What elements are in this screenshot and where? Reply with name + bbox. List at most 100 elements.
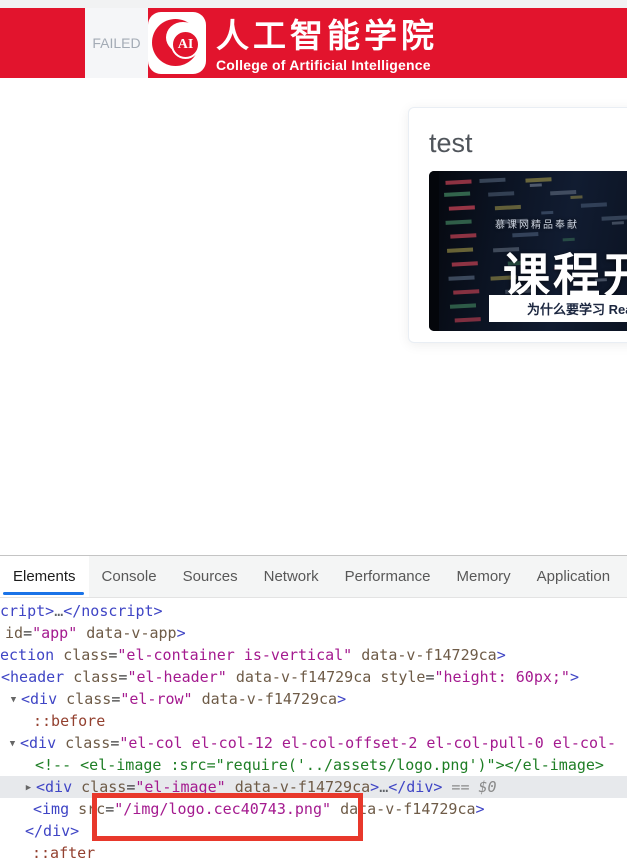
- code-token: "/img/logo.cec40743.png": [114, 800, 331, 818]
- cover-left-edge: [429, 171, 439, 331]
- code-token: data-v-f14729ca: [235, 778, 370, 796]
- code-token: data-v-f14729ca: [202, 690, 337, 708]
- code-token: [56, 734, 65, 752]
- code-line[interactable]: ▼<div class="el-col el-col-12 el-col-off…: [0, 732, 627, 754]
- code-line[interactable]: ::after: [0, 842, 627, 864]
- cover-subtitle-strip: 为什么要学习 React: [489, 295, 627, 322]
- code-token: [72, 778, 81, 796]
- course-card[interactable]: test 慕课网精品奉献 课程开篇 为什么要学习 React: [408, 107, 627, 343]
- tab-sources[interactable]: Sources: [170, 556, 251, 597]
- code-token: [193, 690, 202, 708]
- code-token: "app": [32, 624, 77, 642]
- site-header-banner: FAILED AI 人工智能学院 College of Artificial I…: [0, 8, 627, 78]
- code-line[interactable]: ::before: [0, 710, 627, 732]
- expand-arrow-icon[interactable]: ▶: [22, 777, 35, 799]
- code-token: class: [81, 778, 126, 796]
- code-token: "el-col el-col-12 el-col-offset-2 el-col…: [119, 734, 616, 752]
- site-title-english: College of Artificial Intelligence: [216, 57, 438, 73]
- code-token: style: [380, 668, 425, 686]
- site-title-chinese: 人工智能学院: [216, 17, 438, 55]
- code-line[interactable]: ection class="el-container is-vertical" …: [0, 644, 627, 666]
- code-token: "el-container is-vertical": [117, 646, 352, 664]
- code-line[interactable]: id="app" data-v-app>: [0, 622, 627, 644]
- code-token: <div: [21, 690, 57, 708]
- code-token: [57, 690, 66, 708]
- code-token: data-v-app: [86, 624, 176, 642]
- logo-ai-badge: AI: [171, 30, 200, 59]
- code-token: [352, 646, 361, 664]
- code-token: class: [63, 646, 108, 664]
- code-token: [371, 668, 380, 686]
- code-token: src: [78, 800, 105, 818]
- broken-image-placeholder: FAILED: [85, 8, 148, 78]
- code-token: ::before: [33, 712, 105, 730]
- tab-performance[interactable]: Performance: [332, 556, 444, 597]
- code-token: …: [379, 778, 388, 796]
- tab-elements[interactable]: Elements: [0, 556, 89, 597]
- code-line[interactable]: ▶<div class="el-image" data-v-f14729ca>……: [0, 776, 627, 798]
- code-token: </div>: [25, 822, 79, 840]
- code-token: </div>: [388, 778, 442, 796]
- code-token: [69, 800, 78, 818]
- code-line[interactable]: </div>: [0, 820, 627, 842]
- expand-arrow-icon[interactable]: ▼: [6, 733, 19, 755]
- devtools-panel: ElementsConsoleSourcesNetworkPerformance…: [0, 555, 627, 854]
- code-token: <div: [20, 734, 56, 752]
- code-token: "height: 60px;": [435, 668, 570, 686]
- code-token: "el-row": [120, 690, 192, 708]
- devtools-tabbar: ElementsConsoleSourcesNetworkPerformance…: [0, 556, 627, 598]
- banner-titles: 人工智能学院 College of Artificial Intelligenc…: [216, 17, 438, 73]
- tab-application[interactable]: Application: [524, 556, 623, 597]
- code-token: <!-- <el-image :src="require('../assets/…: [35, 756, 604, 774]
- code-token: [227, 668, 236, 686]
- expand-arrow-icon[interactable]: ▼: [7, 689, 20, 711]
- code-line[interactable]: <!-- <el-image :src="require('../assets/…: [0, 754, 627, 776]
- code-token: >: [337, 690, 346, 708]
- code-line[interactable]: ▼<div class="el-row" data-v-f14729ca>: [0, 688, 627, 710]
- cover-subtitle: 为什么要学习 React: [527, 299, 627, 318]
- code-token: "el-header": [127, 668, 226, 686]
- code-token: </noscript>: [63, 602, 162, 620]
- elements-tree: cript>…</noscript>id="app" data-v-app>ec…: [0, 598, 627, 864]
- code-token: >: [177, 624, 186, 642]
- code-token: "el-image": [135, 778, 225, 796]
- code-token: >: [497, 646, 506, 664]
- broken-image-label: FAILED: [92, 35, 140, 51]
- code-token: [54, 646, 63, 664]
- code-token: =: [110, 734, 119, 752]
- code-token: data-v-f14729ca: [361, 646, 496, 664]
- code-line[interactable]: cript>…</noscript>: [0, 600, 627, 622]
- code-token: cript>: [0, 602, 54, 620]
- code-token: =: [23, 624, 32, 642]
- code-token: >: [570, 668, 579, 686]
- code-token: ection: [0, 646, 54, 664]
- tab-memory[interactable]: Memory: [444, 556, 524, 597]
- code-token: =: [425, 668, 434, 686]
- college-logo[interactable]: AI: [148, 12, 206, 74]
- code-token: =: [105, 800, 114, 818]
- code-token: class: [73, 668, 118, 686]
- course-cover-image[interactable]: 慕课网精品奉献 课程开篇 为什么要学习 React: [429, 171, 627, 331]
- code-token: …: [54, 602, 63, 620]
- code-token: <img: [33, 800, 69, 818]
- course-card-title: test: [429, 128, 627, 158]
- code-token: [226, 778, 235, 796]
- code-token: ::after: [32, 844, 95, 862]
- code-token: class: [65, 734, 110, 752]
- code-token: data-v-f14729ca: [340, 800, 475, 818]
- code-line[interactable]: <img src="/img/logo.cec40743.png" data-v…: [0, 798, 627, 820]
- code-token: [64, 668, 73, 686]
- code-token: [331, 800, 340, 818]
- tab-network[interactable]: Network: [251, 556, 332, 597]
- code-line[interactable]: <header class="el-header" data-v-f14729c…: [0, 666, 627, 688]
- tab-console[interactable]: Console: [89, 556, 170, 597]
- code-token: =: [111, 690, 120, 708]
- code-token: <div: [36, 778, 72, 796]
- browser-top-strip: [0, 0, 627, 8]
- code-token: == $0: [442, 778, 496, 796]
- code-token: >: [476, 800, 485, 818]
- code-token: =: [126, 778, 135, 796]
- code-token: >: [370, 778, 379, 796]
- code-token: [77, 624, 86, 642]
- code-token: id: [5, 624, 23, 642]
